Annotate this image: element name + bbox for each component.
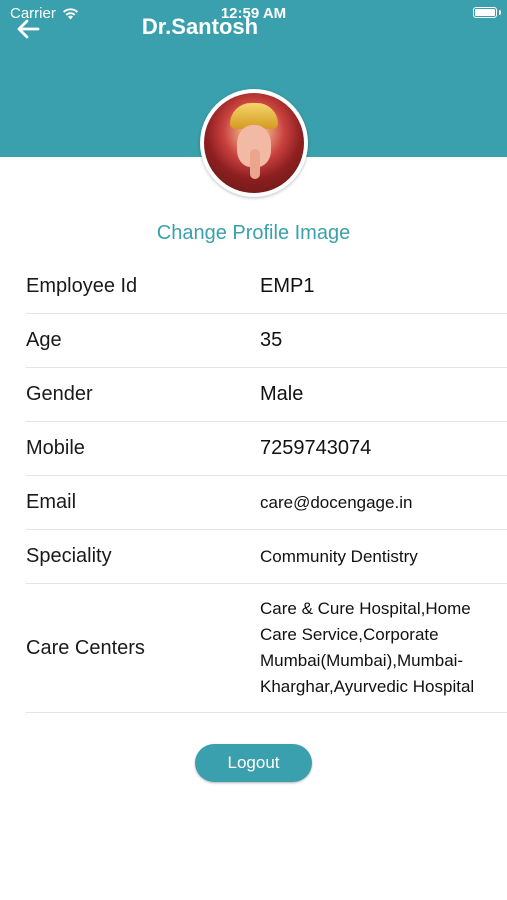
detail-row-mobile: Mobile 7259743074 (26, 422, 507, 476)
detail-label: Age (26, 329, 62, 351)
battery-icon (473, 7, 497, 18)
detail-row-employee-id: Employee Id EMP1 (26, 260, 507, 314)
detail-label: Care Centers (26, 636, 145, 659)
detail-value: 35 (260, 329, 283, 351)
detail-value: 7259743074 (260, 437, 372, 459)
profile-screen: Carrier 12:59 AM Dr.Santosh Change Profi… (0, 0, 507, 900)
detail-row-email: Email care@docengage.in (26, 476, 507, 530)
detail-value: Care & Cure Hospital,Home Care Service,C… (260, 599, 475, 696)
detail-row-age: Age 35 (26, 314, 507, 368)
change-profile-image-link[interactable]: Change Profile Image (0, 222, 507, 245)
logout-button[interactable]: Logout (195, 744, 312, 782)
detail-row-care-centers: Care Centers Care & Cure Hospital,Home C… (26, 584, 507, 713)
page-title: Dr.Santosh (141, 14, 259, 39)
detail-label: Employee Id (26, 275, 138, 297)
detail-value: Male (260, 383, 304, 405)
detail-value: Community Dentistry (260, 546, 418, 566)
detail-label: Email (26, 491, 77, 513)
detail-value: care@docengage.in (260, 492, 413, 512)
profile-photo (204, 93, 304, 193)
detail-label: Gender (26, 383, 93, 405)
detail-value: EMP1 (260, 275, 315, 297)
profile-details-list: Employee Id EMP1 Age 35 Gender Male Mobi… (26, 260, 507, 713)
avatar[interactable] (200, 89, 308, 197)
detail-label: Speciality (26, 545, 112, 567)
detail-row-gender: Gender Male (26, 368, 507, 422)
detail-label: Mobile (26, 437, 85, 459)
detail-row-speciality: Speciality Community Dentistry (26, 530, 507, 584)
